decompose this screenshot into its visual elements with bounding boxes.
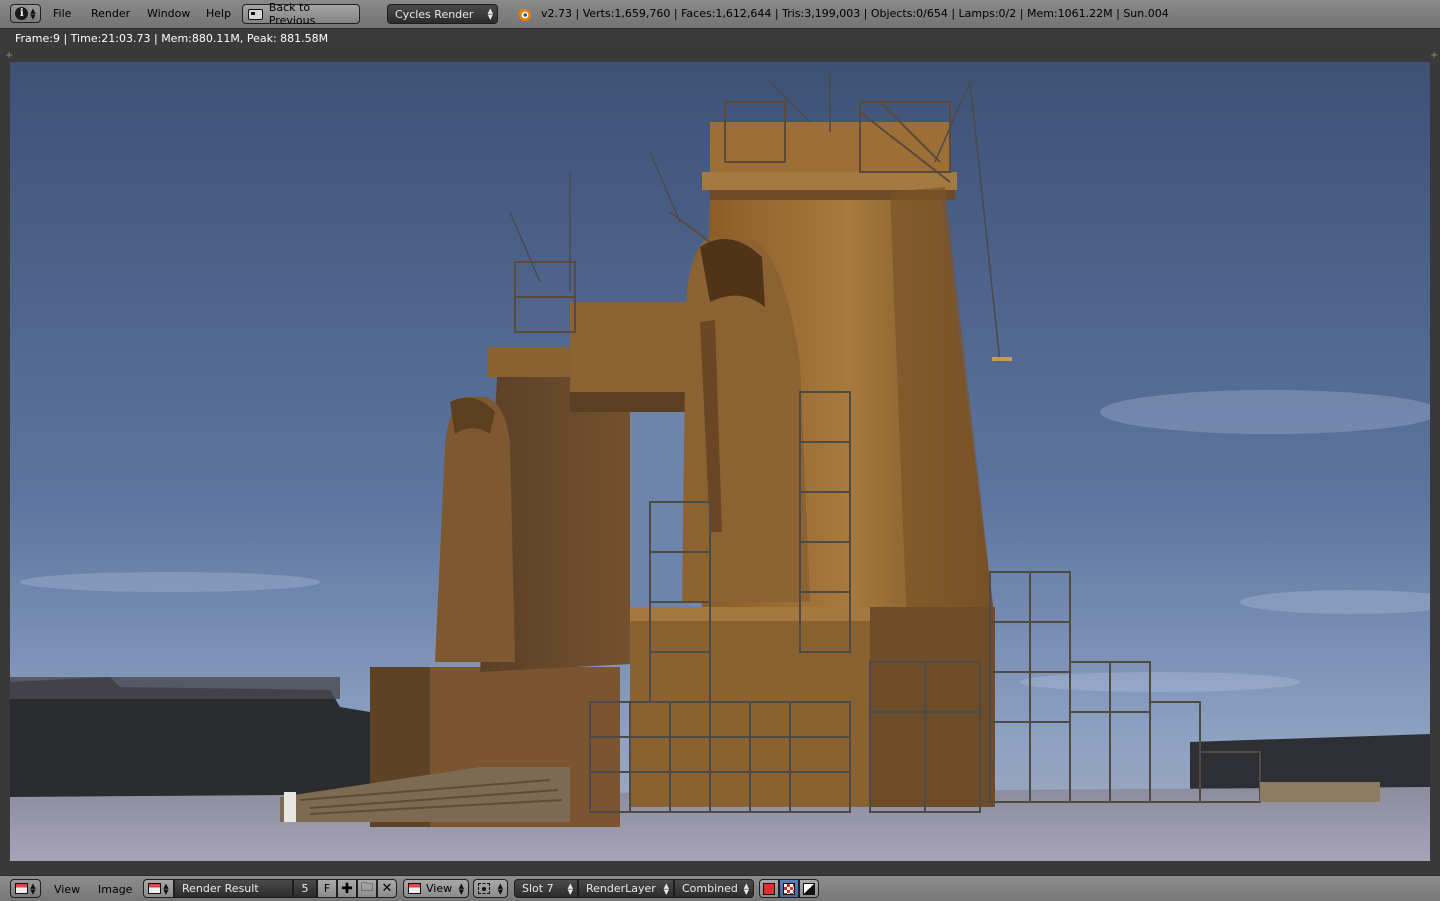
screen-icon bbox=[248, 8, 263, 20]
open-image-button[interactable]: 🗀 bbox=[357, 879, 377, 898]
menu-image[interactable]: Image bbox=[98, 883, 132, 896]
color-alpha-icon bbox=[783, 882, 795, 895]
image-users-count[interactable]: 5 bbox=[293, 879, 317, 898]
render-engine-select[interactable]: Cycles Render ▲ ▼ bbox=[387, 4, 498, 24]
view-mode-icon bbox=[408, 883, 421, 894]
select-arrows-icon: ▲ ▼ bbox=[487, 7, 493, 21]
info-header: i ▲ ▼ File Render Window Help Back to Pre… bbox=[0, 0, 1440, 29]
info-icon: i bbox=[15, 7, 29, 20]
plus-icon: ✚ bbox=[341, 880, 353, 897]
users-count-label: 5 bbox=[301, 882, 309, 895]
updown-arrows-icon: ▲ ▼ bbox=[497, 882, 503, 896]
back-to-previous-label: Back to Previous bbox=[268, 1, 316, 27]
menu-file[interactable]: File bbox=[53, 7, 71, 20]
color-channel-icon bbox=[763, 882, 775, 895]
render-pass-select[interactable]: Combined ▲ ▼ bbox=[674, 879, 754, 898]
menu-view[interactable]: View bbox=[54, 883, 80, 896]
render-layer-select[interactable]: RenderLayer ▲ ▼ bbox=[578, 879, 674, 898]
render-engine-label: Cycles Render bbox=[395, 7, 474, 21]
back-to-previous-button[interactable]: Back to Previous bbox=[242, 1, 360, 27]
menu-window[interactable]: Window bbox=[147, 7, 190, 20]
slot-select[interactable]: Slot 7 ▲ ▼ bbox=[514, 879, 578, 898]
menu-help[interactable]: Help bbox=[206, 7, 231, 20]
fake-user-label: F bbox=[323, 882, 331, 895]
pivot-select[interactable]: ▲ ▼ bbox=[473, 879, 508, 898]
select-arrows-icon: ▲ ▼ bbox=[567, 882, 573, 896]
draw-color-button[interactable] bbox=[759, 879, 779, 898]
slot-label: Slot 7 bbox=[522, 882, 554, 895]
render-pass-label: Combined bbox=[682, 882, 738, 895]
pivot-icon bbox=[478, 883, 490, 894]
blender-logo-icon bbox=[517, 9, 531, 21]
close-icon: ✕ bbox=[381, 881, 393, 896]
updown-arrows-icon: ▲ ▼ bbox=[30, 881, 36, 896]
updown-arrows-icon: ▲ ▼ bbox=[30, 6, 36, 21]
alpha-icon bbox=[803, 882, 815, 895]
image-editor-icon bbox=[15, 883, 29, 894]
unlink-image-button[interactable]: ✕ bbox=[377, 879, 397, 898]
editor-type-selector-image[interactable]: ▲ ▼ bbox=[10, 879, 41, 898]
updown-arrows-icon: ▲ ▼ bbox=[163, 881, 169, 896]
image-browse-button[interactable]: ▲ ▼ bbox=[143, 879, 174, 898]
view-mode-label: View bbox=[426, 882, 453, 895]
render-info-text: Frame:9 | Time:21:03.73 | Mem:880.11M, P… bbox=[15, 32, 329, 45]
render-info-bar: Frame:9 | Time:21:03.73 | Mem:880.11M, P… bbox=[0, 29, 1440, 48]
select-arrows-icon: ▲ ▼ bbox=[743, 882, 749, 896]
menu-render[interactable]: Render bbox=[91, 7, 130, 20]
scene-statistics: v2.73 | Verts:1,659,760 | Faces:1,612,64… bbox=[541, 7, 1169, 20]
new-image-button[interactable]: ✚ bbox=[337, 879, 357, 898]
render-layer-label: RenderLayer bbox=[586, 882, 656, 895]
fake-user-button[interactable]: F bbox=[317, 879, 337, 898]
view-mode-select[interactable]: View ▲ ▼ bbox=[403, 879, 469, 898]
rendered-scene bbox=[10, 62, 1430, 861]
area-split-handle-right[interactable]: + bbox=[1430, 50, 1438, 61]
image-browse-icon bbox=[148, 883, 162, 894]
image-name-field[interactable]: Render Result bbox=[174, 879, 293, 898]
draw-color-alpha-button[interactable] bbox=[779, 879, 799, 898]
select-arrows-icon: ▲ ▼ bbox=[663, 882, 669, 896]
folder-icon: 🗀 bbox=[360, 880, 373, 894]
image-name-label: Render Result bbox=[182, 882, 259, 895]
render-result-image[interactable] bbox=[10, 62, 1430, 861]
area-split-handle-left[interactable]: + bbox=[5, 50, 13, 61]
image-editor-header: ▲ ▼ View Image ▲ ▼ Render Result 5 F ✚ 🗀 ✕… bbox=[0, 875, 1440, 901]
updown-arrows-icon: ▲ ▼ bbox=[458, 882, 464, 896]
editor-type-selector[interactable]: i ▲ ▼ bbox=[10, 4, 41, 23]
draw-alpha-button[interactable] bbox=[799, 879, 819, 898]
